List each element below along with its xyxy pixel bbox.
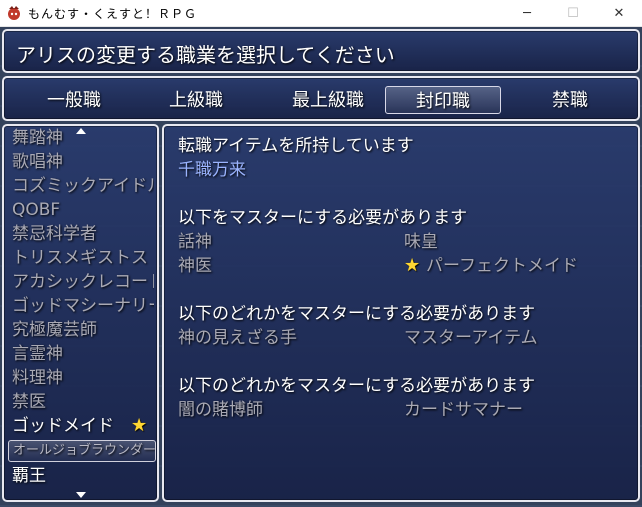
tab-forbidden-job[interactable]: 禁職 <box>518 86 622 112</box>
app-icon <box>8 6 20 20</box>
master-requirement-header: 以下をマスターにする必要があります <box>178 208 468 228</box>
tab-top-job[interactable]: 最上級職 <box>266 86 390 112</box>
help-text: アリスの変更する職業を選択してください <box>16 43 395 67</box>
title-bar: もんむす・くえすと！ＲＰＧ ─ ☐ ✕ <box>0 0 642 27</box>
job-list-item[interactable]: 究極魔芸師 <box>12 318 154 342</box>
star-icon: ★ <box>131 415 148 436</box>
game-window: もんむす・くえすと！ＲＰＧ ─ ☐ ✕ アリスの変更する職業を選択してください … <box>0 0 642 507</box>
window-title: もんむす・くえすと！ＲＰＧ <box>28 6 198 21</box>
job-list-item[interactable]: トリスメギストス <box>12 246 154 270</box>
tab-advanced-job[interactable]: 上級職 <box>144 86 248 112</box>
scroll-down-arrow-icon[interactable] <box>76 492 86 498</box>
required-job: 神の見えざる手 <box>178 328 297 348</box>
window-controls: ─ ☐ ✕ <box>504 0 642 27</box>
job-list-item[interactable]: 禁忌科学者 <box>12 222 154 246</box>
maximize-button[interactable]: ☐ <box>550 0 596 27</box>
job-list-item[interactable]: 歌唱神 <box>12 150 154 174</box>
required-job: 闇の賭博師 <box>178 400 263 420</box>
required-item-name: 千職万来 <box>178 160 246 180</box>
job-list-window: 舞踏神 歌唱神 コズミックアイドル QOBF 禁忌科学者 トリスメギストス アカ… <box>2 124 159 502</box>
minimize-button[interactable]: ─ <box>504 0 550 27</box>
job-list-item[interactable]: 禁医 <box>12 390 154 414</box>
required-job: 味皇 <box>404 232 438 252</box>
required-job: 神医 <box>178 256 212 276</box>
required-job-mastered: パーフェクトメイド <box>426 256 578 276</box>
job-list-item[interactable]: 言霊神 <box>12 342 154 366</box>
job-list-item-selected[interactable]: オールジョブラウンダー <box>8 440 156 462</box>
tab-sealed-job[interactable]: 封印職 <box>385 86 501 114</box>
close-button[interactable]: ✕ <box>596 0 642 27</box>
any-master-requirement-header: 以下のどれかをマスターにする必要があります <box>178 376 536 396</box>
tab-general-job[interactable]: 一般職 <box>22 86 126 112</box>
required-job: マスターアイテム <box>404 328 538 348</box>
job-list-item[interactable]: ゴッドマシーナリー <box>12 294 154 318</box>
required-job: カードサマナー <box>404 400 523 420</box>
required-job: 話神 <box>178 232 212 252</box>
help-window: アリスの変更する職業を選択してください <box>2 29 640 73</box>
job-list-item[interactable]: 料理神 <box>12 366 154 390</box>
job-list-item[interactable]: QOBF <box>12 198 154 222</box>
job-list-item-mastered[interactable]: ゴッドメイド <box>12 414 130 438</box>
job-list-item[interactable]: アカシックレコード <box>12 270 154 294</box>
job-category-window: 一般職 上級職 最上級職 封印職 禁職 <box>2 76 640 121</box>
job-list-item[interactable]: 舞踏神 <box>12 126 154 150</box>
job-requirement-window: 転職アイテムを所持しています 千職万来 以下をマスターにする必要があります 話神… <box>162 124 640 502</box>
any-master-requirement-header: 以下のどれかをマスターにする必要があります <box>178 304 536 324</box>
job-list-item[interactable]: コズミックアイドル <box>12 174 154 198</box>
item-requirement-header: 転職アイテムを所持しています <box>178 136 414 156</box>
game-screen: アリスの変更する職業を選択してください 一般職 上級職 最上級職 封印職 禁職 … <box>0 27 642 507</box>
job-list-item[interactable]: 覇王 <box>12 464 154 488</box>
star-icon: ★ <box>404 255 421 276</box>
